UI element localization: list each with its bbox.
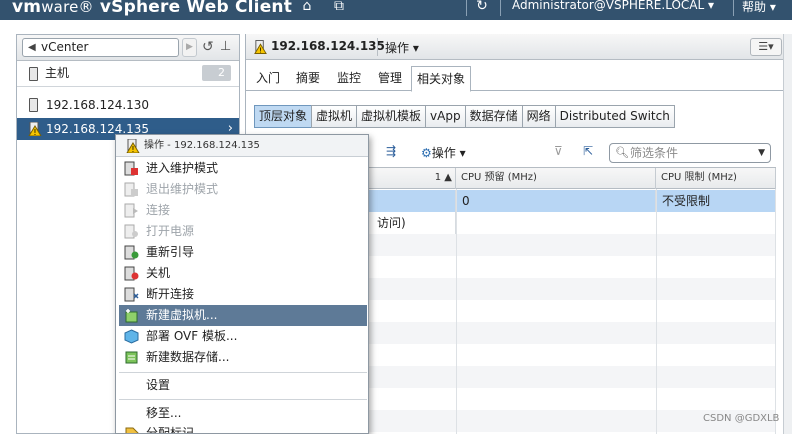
filter-input[interactable]: 🔍︎ 筛选条件 ▼ — [609, 143, 771, 163]
vmware-logo: vmware® vSphere Web Client — [12, 0, 293, 17]
connect-icon — [124, 203, 138, 218]
menu-move-to[interactable]: 移至... — [119, 403, 367, 424]
actions-dropdown[interactable]: ⚙操作 ▾ — [421, 144, 466, 161]
svg-text:!: ! — [259, 46, 262, 54]
subtab-bar: 顶层对象 虚拟机 虚拟机模板 vApp 数据存储 网络 Distributed Switch — [254, 105, 675, 128]
shutdown-icon — [124, 266, 139, 281]
menu-deploy-ovf[interactable]: 部署 OVF 模板... — [119, 326, 367, 347]
clear-filter-icon[interactable]: ⊽ — [554, 144, 563, 158]
host-count-badge: 2 — [202, 65, 231, 81]
search-icon: 🔍︎ — [615, 146, 629, 159]
panel-menu-icon[interactable]: ☰▾ — [750, 38, 782, 56]
migrate-icon[interactable]: ⇶ — [386, 144, 396, 158]
menu-exit-maintenance[interactable]: 退出维护模式 — [119, 179, 367, 200]
tab-bar: 入门 摘要 监控 管理 相关对象 — [246, 61, 792, 92]
gear-icon: ⚙ — [421, 146, 432, 160]
reboot-icon — [124, 245, 139, 260]
maintenance-enter-icon — [124, 161, 138, 176]
subtab-datastores[interactable]: 数据存储 — [464, 105, 523, 128]
navigator-toolbar: ◀ vCenter ▶ ↺ ⊥ — [17, 35, 239, 61]
new-vm-icon — [125, 309, 138, 323]
tree-item-host-130[interactable]: 192.168.124.130 — [17, 94, 239, 116]
tab-monitor[interactable]: 监控 — [332, 67, 366, 91]
menu-disconnect[interactable]: 断开连接 — [119, 284, 367, 305]
user-menu[interactable]: Administrator@VSPHERE.LOCAL ▾ — [512, 0, 714, 12]
host-group-header[interactable]: 主机 2 — [17, 61, 239, 87]
sort-indicator[interactable]: 1 ▲ — [371, 168, 456, 189]
menu-connect[interactable]: 连接 — [119, 200, 367, 221]
tag-icon — [125, 427, 139, 433]
host-warning-icon: ! — [126, 139, 140, 153]
maintenance-exit-icon — [124, 182, 138, 197]
ovf-icon — [124, 329, 139, 344]
pin-icon[interactable]: ⊥ — [220, 39, 231, 54]
subtab-vapp[interactable]: vApp — [425, 105, 466, 128]
object-header: ! 192.168.124.135 操作 ▾ ☰▾ — [246, 34, 792, 60]
context-menu: ! 操作 - 192.168.124.135 进入维护模式 退出维护模式 连接 … — [115, 134, 369, 434]
object-actions-menu[interactable]: 操作 ▾ — [385, 39, 419, 56]
subtab-networks[interactable]: 网络 — [521, 105, 556, 128]
object-title: 192.168.124.135 — [271, 39, 385, 53]
column-cpu-reservation[interactable]: CPU 预留 (MHz) — [456, 168, 656, 189]
watermark: CSDN @GDXLB — [703, 413, 780, 424]
help-menu[interactable]: 帮助 ▾ — [742, 0, 776, 15]
top-bar: vmware® vSphere Web Client ⌂ ⧉ ↻ Adminis… — [0, 0, 792, 20]
tab-manage[interactable]: 管理 — [373, 67, 407, 91]
power-on-icon — [124, 224, 138, 239]
subtab-top-level[interactable]: 顶层对象 — [254, 105, 313, 128]
back-button[interactable]: ◀ vCenter — [22, 38, 179, 57]
tab-getting-started[interactable]: 入门 — [251, 67, 285, 91]
subtab-vms[interactable]: 虚拟机 — [311, 105, 358, 128]
menu-enter-maintenance[interactable]: 进入维护模式 — [119, 158, 367, 179]
column-cpu-limit[interactable]: CPU 限制 (MHz) — [656, 168, 776, 189]
export-icon[interactable]: ⇱ — [583, 144, 593, 158]
context-menu-header: ! 操作 - 192.168.124.135 — [116, 135, 368, 157]
back-arrow-icon: ◀ — [28, 42, 36, 53]
server-icon — [29, 98, 38, 112]
history-icon[interactable]: ↺ — [202, 39, 214, 55]
menu-assign-tag[interactable]: 分配标记... — [119, 423, 367, 433]
menu-reboot[interactable]: 重新引导 — [119, 242, 367, 263]
server-icon — [29, 67, 38, 81]
svg-text:!: ! — [33, 128, 36, 136]
subtab-vm-templates[interactable]: 虚拟机模板 — [356, 105, 427, 128]
host-warning-icon: ! — [254, 40, 267, 54]
menu-shutdown[interactable]: 关机 — [119, 263, 367, 284]
subtab-distributed-switch[interactable]: Distributed Switch — [554, 105, 675, 128]
refresh-icon[interactable]: ↻ — [474, 0, 490, 16]
chevron-down-icon: ▼ — [758, 148, 765, 158]
external-link-icon[interactable]: ⧉ — [331, 0, 347, 16]
svg-text:!: ! — [131, 145, 134, 153]
disconnect-icon — [124, 287, 139, 302]
menu-settings[interactable]: 设置 — [119, 375, 367, 396]
menu-new-vm[interactable]: 新建虚拟机... — [119, 305, 367, 326]
page-scrollbar[interactable] — [783, 34, 792, 434]
datastore-icon — [125, 351, 138, 364]
home-icon[interactable]: ⌂ — [299, 0, 315, 16]
forward-button[interactable]: ▶ — [182, 38, 197, 57]
tab-summary[interactable]: 摘要 — [291, 67, 325, 91]
tab-related-objects[interactable]: 相关对象 — [411, 66, 472, 92]
menu-new-datastore[interactable]: 新建数据存储... — [119, 347, 367, 368]
host-warning-icon: ! — [28, 122, 42, 136]
menu-power-on[interactable]: 打开电源 — [119, 221, 367, 242]
